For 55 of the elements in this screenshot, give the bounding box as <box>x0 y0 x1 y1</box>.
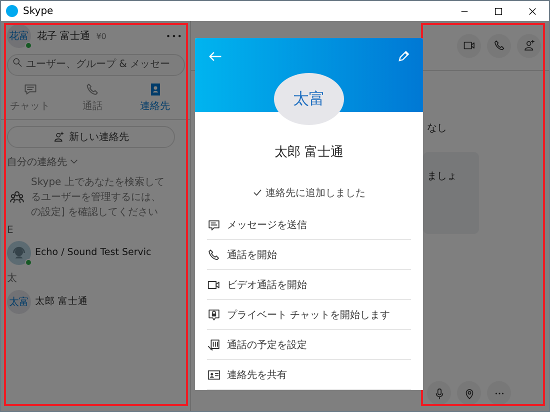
call-button[interactable] <box>487 34 511 58</box>
profile-name: 花子 富士通 <box>37 30 90 43</box>
info-text: の設定] を確認してください <box>31 206 160 218</box>
avatar-initials: 花富 <box>9 30 29 43</box>
nav-tab[interactable]: 連絡先 <box>130 82 180 118</box>
contact-card-icon <box>207 368 221 382</box>
contact-avatar[interactable] <box>7 240 31 264</box>
status-text: 連絡先に追加しました <box>266 186 366 200</box>
phone-icon <box>207 248 221 262</box>
calendar-phone-icon <box>207 338 221 352</box>
contact-name[interactable]: 太郎 富士通 <box>35 295 88 308</box>
contact-name[interactable]: Echo / Sound Test Servic <box>35 247 152 258</box>
search-field[interactable]: ユーザー、グループ & メッセー <box>7 54 185 76</box>
contact-name: 太郎 富士通 <box>274 144 344 161</box>
group-letter: E <box>7 224 14 236</box>
add-person-icon <box>522 39 536 52</box>
nav-tab[interactable]: 通話 <box>68 82 118 118</box>
message-bubble: ましょ <box>423 152 479 234</box>
profile-avatar[interactable]: 花富 <box>7 24 31 48</box>
action-item[interactable]: ビデオ通話を開始 <box>207 270 411 300</box>
chat-bubble-icon <box>22 82 38 96</box>
action-item[interactable]: 連絡先を共有 <box>207 360 411 390</box>
video-call-button[interactable] <box>457 34 481 58</box>
window-title: Skype <box>23 6 54 16</box>
add-person-button[interactable] <box>517 34 541 58</box>
video-camera-icon <box>462 39 476 52</box>
new-contact-button[interactable]: 新しい連絡先 <box>7 126 175 148</box>
action-item[interactable]: プライベート チャットを開始します <box>207 300 411 330</box>
lock-bubble-icon <box>207 308 221 322</box>
action-item[interactable]: 通話の予定を設定 <box>207 330 411 360</box>
location-button[interactable] <box>457 381 481 405</box>
info-text: Skype 上であなたを検索して <box>31 176 164 188</box>
action-item[interactable]: メッセージを送信 <box>207 210 411 240</box>
search-icon <box>12 57 23 68</box>
avatar-initials: 太富 <box>293 88 325 110</box>
nav-tab[interactable]: チャット <box>5 82 55 118</box>
contacts-header[interactable]: 自分の連絡先 <box>7 154 67 168</box>
message-icon <box>207 218 221 232</box>
phone-icon <box>85 82 100 96</box>
close-icon <box>528 6 536 16</box>
phone-icon <box>492 39 506 52</box>
skype-logo-icon <box>6 5 18 17</box>
people-icon <box>9 188 25 204</box>
contact-avatar[interactable]: 太富 <box>7 290 31 314</box>
credit-balance: ¥0 <box>96 32 106 40</box>
message-text: なし <box>427 122 448 135</box>
avatar-initials: 太富 <box>9 296 29 308</box>
microphone-button[interactable] <box>427 381 451 405</box>
maximize-icon <box>494 6 502 16</box>
action-item[interactable]: 通話を開始 <box>207 240 411 270</box>
info-text: るユーザーを管理するには、 <box>31 190 162 204</box>
add-person-icon <box>53 130 65 142</box>
group-letter: 太 <box>7 272 18 284</box>
more-button[interactable]: ••• <box>164 30 185 42</box>
checkmark-icon <box>252 188 262 198</box>
